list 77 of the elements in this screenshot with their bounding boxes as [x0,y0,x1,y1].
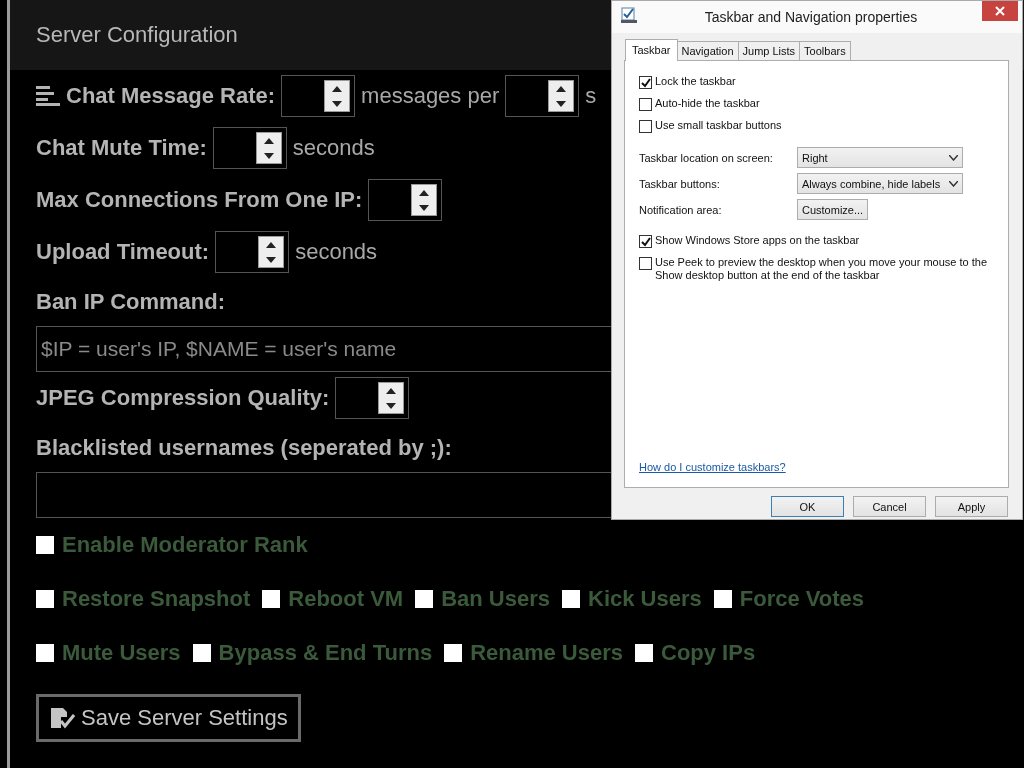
checkbox[interactable] [36,644,54,662]
checkmark-icon [640,77,651,88]
checkbox[interactable] [639,235,652,248]
number-spinner[interactable] [505,75,580,117]
checkbox-label: Bypass & End Turns [218,640,433,666]
checkbox-label: Ban Users [441,586,550,612]
tab[interactable]: Taskbar [625,39,678,61]
checkbox-label: Mute Users [62,640,181,666]
checkbox[interactable] [192,644,211,662]
field-label: Taskbar buttons: [639,177,721,190]
number-spinner[interactable] [212,127,287,169]
setting-label: Chat Message Rate: [66,83,276,109]
checkbox[interactable] [36,536,54,554]
customize-button[interactable]: Customize... [797,199,869,220]
checkbox[interactable] [639,98,652,111]
unit-label: seconds [292,135,375,161]
unit-label: seconds [295,239,378,265]
number-spinner[interactable] [335,377,410,419]
setting-label: Upload Timeout: [36,239,210,265]
setting-label: Blacklisted usernames (seperated by ;): [36,435,452,461]
checkbox-label: Use small taskbar buttons [655,119,782,132]
checkbox[interactable] [713,590,732,608]
spin-buttons[interactable] [378,382,405,414]
checkbox-label: Show Windows Store apps on the taskbar [655,234,860,247]
checkbox[interactable] [562,590,580,608]
window-title: Taskbar and Navigation properties [703,9,919,25]
checkbox[interactable] [639,257,652,270]
unit-label: s [585,83,597,109]
help-link[interactable]: How do I customize taskbars? [639,461,786,473]
number-spinner[interactable] [215,231,290,273]
dialog-button[interactable]: OK [771,496,844,517]
checkbox-app-icon [621,7,637,24]
checkbox-label: Reboot VM [288,586,404,612]
setting-label: Max Connections From One IP: [36,187,363,213]
chevron-down-icon [949,180,958,187]
dialog-button[interactable]: Cancel [853,496,926,517]
number-spinner[interactable] [368,179,443,221]
checkbox-label: Kick Users [588,586,702,612]
checkbox-label: Auto-hide the taskbar [655,97,760,110]
dialog-button[interactable]: Apply [935,496,1008,517]
spin-buttons[interactable] [324,80,351,112]
unit-label: messages per [361,83,500,109]
setting-label: Chat Mute Time: [36,135,207,161]
setting-label: JPEG Compression Quality: [36,385,330,411]
page-title: Server Configuration [36,22,238,48]
dropdown[interactable]: Right [797,147,963,168]
number-spinner[interactable] [281,75,356,117]
checkbox[interactable] [262,590,281,608]
spin-buttons[interactable] [411,184,438,216]
spin-buttons[interactable] [258,236,285,268]
close-icon [995,6,1005,16]
checkbox[interactable] [639,76,652,89]
checkbox[interactable] [415,590,434,608]
close-button[interactable] [982,1,1018,21]
checkbox[interactable] [639,120,652,133]
save-icon [49,707,75,729]
checkbox[interactable] [36,590,54,608]
checkbox-label: Enable Moderator Rank [62,532,308,558]
checkmark-icon [640,236,651,247]
chevron-down-icon [949,154,958,161]
tab[interactable]: Toolbars [799,41,851,61]
spin-buttons[interactable] [255,132,282,164]
setting-label: Ban IP Command: [36,289,226,315]
field-label: Taskbar location on screen: [639,151,774,164]
checkbox[interactable] [444,644,463,662]
save-button[interactable]: Save Server Settings [36,694,301,742]
checkbox-label: Copy IPs [661,640,756,666]
dropdown[interactable]: Always combine, hide labels [797,173,963,194]
field-label: Notification area: [639,203,723,216]
spin-buttons[interactable] [548,80,575,112]
align-left-icon [36,86,60,106]
checkbox-label: Restore Snapshot [62,586,251,612]
checkbox-label: Lock the taskbar [655,75,736,88]
checkbox-label: Use Peek to preview the desktop when you move your mouse to the Show desktop button at the end of the taskbar [655,256,988,282]
checkbox[interactable] [635,644,653,662]
checkbox-label: Force Votes [739,586,865,612]
checkbox-label: Rename Users [470,640,623,666]
